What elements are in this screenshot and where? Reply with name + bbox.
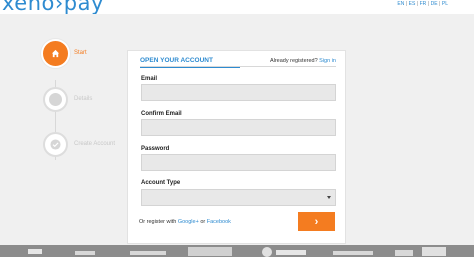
lang-en[interactable]: EN — [397, 1, 404, 7]
press-logos-footer — [0, 245, 474, 257]
signup-form-card: OPEN YOUR ACCOUNT Already registered? Si… — [127, 50, 346, 244]
press-logo-9 — [422, 247, 446, 256]
step-details: Details — [43, 87, 133, 113]
social-register: Or register with Google+ or Facebook — [139, 219, 231, 225]
submit-button[interactable]: › — [298, 212, 335, 231]
lang-es[interactable]: ES — [409, 1, 416, 7]
press-logo-8 — [395, 250, 413, 256]
password-label: Password — [141, 146, 170, 152]
home-icon — [51, 49, 60, 58]
title-underline — [140, 67, 240, 68]
logo[interactable]: xeno›pay — [2, 0, 104, 15]
step-create-account-circle — [43, 132, 68, 157]
facebook-link[interactable]: Facebook — [207, 219, 231, 225]
account-type-select[interactable] — [141, 189, 336, 206]
google-link[interactable]: Google+ — [178, 219, 199, 225]
social-or: or — [200, 219, 206, 225]
form-title: OPEN YOUR ACCOUNT — [140, 57, 213, 64]
lang-pl[interactable]: PL — [442, 1, 448, 7]
form-header: OPEN YOUR ACCOUNT Already registered? Si… — [140, 57, 336, 68]
sign-in-link[interactable]: Sign in — [319, 58, 336, 64]
top-bar: xeno›pay EN | ES | FR | DE | PL — [0, 0, 474, 15]
chevron-down-icon — [327, 196, 331, 199]
press-logo-1 — [28, 249, 42, 254]
press-logo-3 — [130, 251, 166, 255]
confirm-email-field[interactable] — [141, 119, 336, 136]
step-details-circle — [43, 87, 68, 112]
already-registered-text: Already registered? — [269, 58, 318, 64]
email-label: Email — [141, 76, 158, 82]
press-logo-7 — [333, 251, 373, 255]
chevron-right-icon: › — [314, 215, 319, 228]
already-registered: Already registered? Sign in — [270, 58, 336, 64]
confirm-email-label: Confirm Email — [141, 111, 182, 117]
circle-icon — [49, 93, 62, 106]
language-switcher: EN | ES | FR | DE | PL — [397, 1, 448, 7]
press-logo-6 — [276, 250, 306, 255]
main-area: Start Details Create Account OPEN YOUR A… — [0, 14, 474, 245]
step-create-account: Create Account — [43, 132, 133, 158]
social-prefix: Or register with — [139, 219, 177, 225]
check-icon — [50, 139, 61, 150]
step-start-label: Start — [74, 50, 87, 56]
step-start-circle — [43, 41, 68, 66]
lang-fr[interactable]: FR — [420, 1, 427, 7]
password-field[interactable] — [141, 154, 336, 171]
lang-de[interactable]: DE — [431, 1, 438, 7]
account-type-label: Account Type — [141, 180, 181, 186]
step-start: Start — [43, 41, 133, 67]
press-logo-5 — [262, 247, 272, 257]
step-create-account-label: Create Account — [74, 141, 116, 147]
press-logo-4 — [188, 247, 232, 256]
step-details-label: Details — [74, 96, 93, 102]
email-field[interactable] — [141, 84, 336, 101]
press-logo-2 — [75, 251, 95, 255]
